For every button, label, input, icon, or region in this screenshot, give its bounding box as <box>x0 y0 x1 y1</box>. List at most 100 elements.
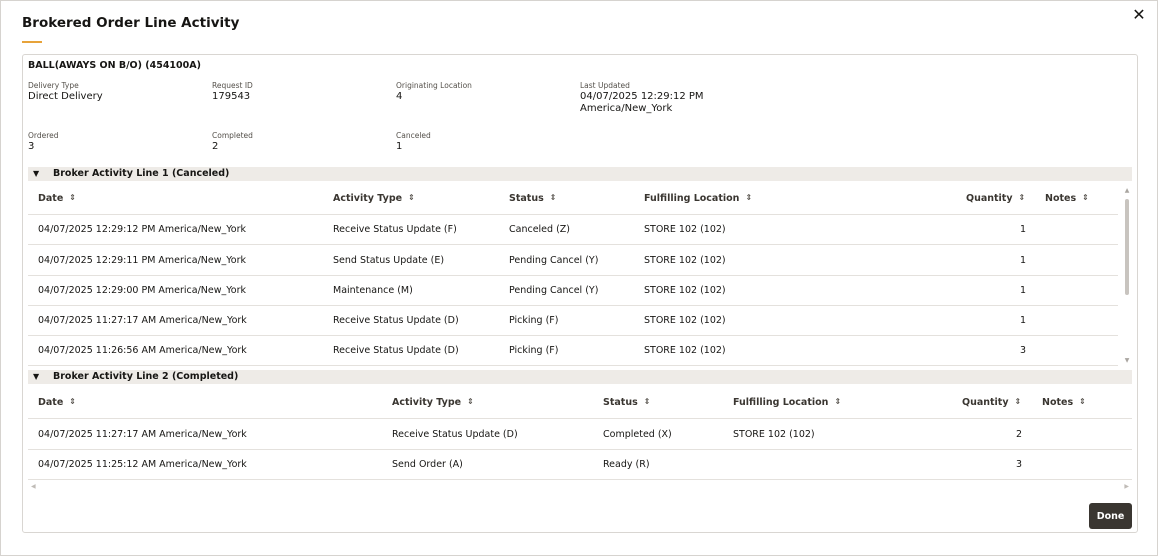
cell-fulfilling-location: STORE 102 (102) <box>733 429 815 440</box>
cell-status: Ready (R) <box>603 459 650 470</box>
cell-status: Canceled (Z) <box>509 224 570 235</box>
scrollbar-thumb[interactable] <box>1125 199 1129 295</box>
cell-activity-type: Send Status Update (E) <box>333 255 445 266</box>
table-row[interactable]: 04/07/2025 12:29:12 PM America/New_York … <box>28 215 1118 245</box>
cell-date: 04/07/2025 12:29:11 PM America/New_York <box>38 255 247 266</box>
delivery-type-label: Delivery Type <box>28 81 79 90</box>
cell-status: Completed (X) <box>603 429 672 440</box>
cell-activity-type: Receive Status Update (F) <box>333 224 457 235</box>
delivery-type-field: Delivery Type Direct Delivery <box>28 81 103 102</box>
scroll-up-icon[interactable]: ▲ <box>1123 187 1131 194</box>
broker-activity-line-2-title: Broker Activity Line 2 (Completed) <box>53 371 239 382</box>
col-header-quantity[interactable]: Quantity ⇕ <box>962 386 1021 419</box>
sort-icon[interactable]: ⇕ <box>1082 182 1089 214</box>
item-title: BALL(AWAYS ON B/O) (454100A) <box>28 60 201 71</box>
sort-icon[interactable]: ⇕ <box>1079 385 1086 418</box>
originating-location-field: Originating Location 4 <box>396 81 472 102</box>
horizontal-scrollbar[interactable]: ◀ ▶ <box>28 483 1132 491</box>
table-row[interactable]: 04/07/2025 11:25:12 AM America/New_York … <box>28 450 1132 480</box>
canceled-field: Canceled 1 <box>396 131 431 152</box>
sort-icon[interactable]: ⇕ <box>69 182 76 214</box>
last-updated-timezone: America/New_York <box>580 103 673 114</box>
scroll-right-icon[interactable]: ▶ <box>1124 483 1129 490</box>
table-row[interactable]: 04/07/2025 11:27:17 AM America/New_York … <box>28 419 1132 450</box>
col-header-date[interactable]: Date ⇕ <box>38 386 76 419</box>
cell-quantity: 1 <box>1019 315 1026 326</box>
sort-icon[interactable]: ⇕ <box>644 385 651 418</box>
sort-icon[interactable]: ⇕ <box>550 182 557 214</box>
last-updated-field: Last Updated 04/07/2025 12:29:12 PM Amer… <box>580 81 704 114</box>
request-id-label: Request ID <box>212 81 253 90</box>
scroll-down-icon[interactable]: ▼ <box>1123 357 1131 364</box>
cell-activity-type: Receive Status Update (D) <box>392 429 518 440</box>
col-header-fulfilling-location[interactable]: Fulfilling Location ⇕ <box>733 386 841 419</box>
cell-fulfilling-location: STORE 102 (102) <box>644 255 726 266</box>
done-button[interactable]: Done <box>1089 503 1132 529</box>
cell-fulfilling-location: STORE 102 (102) <box>644 285 726 296</box>
cell-quantity: 2 <box>1015 429 1022 440</box>
cell-date: 04/07/2025 11:27:17 AM America/New_York <box>38 315 247 326</box>
chevron-down-icon[interactable]: ▼ <box>33 167 39 181</box>
table-row[interactable]: 04/07/2025 11:26:56 AM America/New_York … <box>28 336 1118 366</box>
sort-icon[interactable]: ⇕ <box>1015 385 1022 418</box>
col-header-quantity[interactable]: Quantity ⇕ <box>966 183 1025 215</box>
broker-activity-line-1-header[interactable]: ▼ Broker Activity Line 1 (Canceled) <box>28 167 1132 181</box>
cell-fulfilling-location: STORE 102 (102) <box>644 345 726 356</box>
sort-icon[interactable]: ⇕ <box>1019 182 1026 214</box>
brokered-order-line-activity-dialog: Brokered Order Line Activity ✕ BALL(AWAY… <box>0 0 1158 556</box>
chevron-down-icon[interactable]: ▼ <box>33 370 39 384</box>
col-header-notes[interactable]: Notes ⇕ <box>1045 183 1089 215</box>
broker-activity-line-2-table: Date ⇕ Activity Type ⇕ Status ⇕ Fulfilling … <box>28 386 1132 480</box>
cell-activity-type: Receive Status Update (D) <box>333 345 459 356</box>
col-header-activity-type[interactable]: Activity Type ⇕ <box>392 386 474 419</box>
table-row[interactable]: 04/07/2025 11:27:17 AM America/New_York … <box>28 306 1118 336</box>
sort-icon[interactable]: ⇕ <box>834 385 841 418</box>
cell-fulfilling-location: STORE 102 (102) <box>644 224 726 235</box>
cell-activity-type: Receive Status Update (D) <box>333 315 459 326</box>
title-accent-bar <box>22 41 42 43</box>
ordered-value: 3 <box>28 141 35 152</box>
cell-status: Picking (F) <box>509 315 559 326</box>
table-header-row: Date ⇕ Activity Type ⇕ Status ⇕ Fulfilling … <box>28 386 1132 419</box>
originating-location-value: 4 <box>396 91 403 102</box>
col-header-status[interactable]: Status ⇕ <box>603 386 650 419</box>
broker-activity-line-2-header[interactable]: ▼ Broker Activity Line 2 (Completed) <box>28 370 1132 384</box>
sort-icon[interactable]: ⇕ <box>408 182 415 214</box>
canceled-value: 1 <box>396 141 403 152</box>
broker-activity-line-1-table: Date ⇕ Activity Type ⇕ Status ⇕ Fulfilling … <box>28 183 1118 366</box>
cell-quantity: 1 <box>1019 224 1026 235</box>
dialog-title: Brokered Order Line Activity <box>22 15 240 31</box>
cell-status: Picking (F) <box>509 345 559 356</box>
cell-date: 04/07/2025 12:29:12 PM America/New_York <box>38 224 247 235</box>
close-icon[interactable]: ✕ <box>1130 6 1148 24</box>
vertical-scrollbar[interactable]: ▲ ▼ <box>1123 187 1131 365</box>
broker-activity-line-1-title: Broker Activity Line 1 (Canceled) <box>53 168 230 179</box>
col-header-fulfilling-location[interactable]: Fulfilling Location ⇕ <box>644 183 752 215</box>
table-header-row: Date ⇕ Activity Type ⇕ Status ⇕ Fulfilling … <box>28 183 1118 215</box>
table-row[interactable]: 04/07/2025 12:29:11 PM America/New_York … <box>28 245 1118 276</box>
col-header-date[interactable]: Date ⇕ <box>38 183 76 215</box>
sort-icon[interactable]: ⇕ <box>467 385 474 418</box>
order-line-panel: BALL(AWAYS ON B/O) (454100A) Delivery Ty… <box>22 54 1138 533</box>
cell-quantity: 1 <box>1019 285 1026 296</box>
col-header-activity-type[interactable]: Activity Type ⇕ <box>333 183 415 215</box>
scroll-left-icon[interactable]: ◀ <box>31 483 36 490</box>
table-row[interactable]: 04/07/2025 12:29:00 PM America/New_York … <box>28 276 1118 306</box>
cell-date: 04/07/2025 11:25:12 AM America/New_York <box>38 459 247 470</box>
cell-status: Pending Cancel (Y) <box>509 255 599 266</box>
canceled-label: Canceled <box>396 131 431 140</box>
col-header-status[interactable]: Status ⇕ <box>509 183 556 215</box>
sort-icon[interactable]: ⇕ <box>69 385 76 418</box>
last-updated-label: Last Updated <box>580 81 630 90</box>
cell-date: 04/07/2025 11:27:17 AM America/New_York <box>38 429 247 440</box>
originating-location-label: Originating Location <box>396 81 472 90</box>
cell-fulfilling-location: STORE 102 (102) <box>644 315 726 326</box>
request-id-field: Request ID 179543 <box>212 81 253 102</box>
col-header-notes[interactable]: Notes ⇕ <box>1042 386 1086 419</box>
cell-status: Pending Cancel (Y) <box>509 285 599 296</box>
completed-field: Completed 2 <box>212 131 253 152</box>
completed-value: 2 <box>212 141 219 152</box>
sort-icon[interactable]: ⇕ <box>745 182 752 214</box>
ordered-field: Ordered 3 <box>28 131 59 152</box>
cell-quantity: 3 <box>1015 459 1022 470</box>
